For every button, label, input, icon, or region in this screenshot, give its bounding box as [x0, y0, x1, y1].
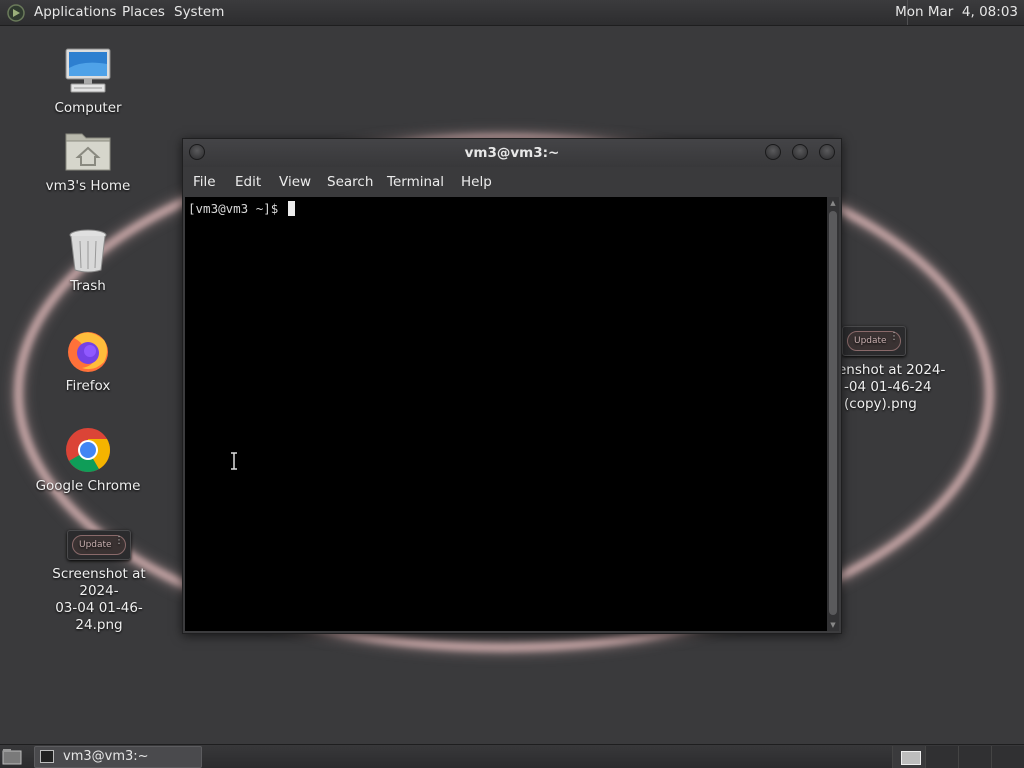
workspace-2[interactable] — [925, 746, 958, 768]
desktop-icon-home[interactable]: vm3's Home — [23, 128, 153, 195]
trash-icon — [69, 229, 107, 273]
terminal-prompt: [vm3@vm3 ~]$ — [188, 201, 286, 216]
distro-logo-icon[interactable] — [6, 3, 26, 23]
workspace-3[interactable] — [958, 746, 991, 768]
ibeam-cursor-icon — [231, 452, 237, 470]
desktop-icon-label: Computer — [54, 100, 122, 116]
terminal-menu-view[interactable]: View — [279, 174, 311, 190]
terminal-menu-edit[interactable]: Edit — [235, 174, 261, 190]
workspace-4[interactable] — [991, 746, 1024, 768]
terminal-screen[interactable]: [vm3@vm3 ~]$ — [185, 197, 827, 631]
top-panel: Applications Places System Mon Mar 4, 08… — [0, 0, 1024, 26]
bottom-panel: vm3@vm3:~ — [0, 744, 1024, 768]
home-folder-icon — [65, 133, 111, 171]
terminal-menu-help[interactable]: Help — [461, 174, 492, 190]
terminal-titlebar[interactable]: vm3@vm3:~ — [183, 139, 841, 167]
menu-places[interactable]: Places — [122, 4, 165, 20]
scroll-up-icon[interactable]: ▲ — [827, 199, 839, 207]
scroll-down-icon[interactable]: ▼ — [827, 621, 839, 629]
menu-applications[interactable]: Applications — [34, 4, 116, 20]
terminal-scrollbar[interactable]: ▲ ▼ — [827, 197, 839, 631]
minimize-icon[interactable] — [765, 144, 781, 160]
close-icon[interactable] — [819, 144, 835, 160]
desktop-icon-trash[interactable]: Trash — [23, 228, 153, 295]
terminal-menubar: File Edit View Search Terminal Help — [183, 167, 841, 197]
kebab-icon: ⋮ — [889, 331, 899, 342]
desktop-icon-label: Trash — [70, 278, 106, 294]
desktop-icon-screenshot[interactable]: Update ⋮ Screenshot at 2024- 03-04 01-46… — [34, 530, 164, 634]
workspace-1[interactable] — [892, 746, 925, 768]
terminal-menu-search[interactable]: Search — [327, 174, 373, 190]
image-thumbnail-icon: Update ⋮ — [67, 530, 131, 560]
terminal-title: vm3@vm3:~ — [464, 145, 560, 161]
maximize-icon[interactable] — [792, 144, 808, 160]
image-thumbnail-icon: Update ⋮ — [842, 326, 906, 356]
desktop-icon-computer[interactable]: Computer — [23, 46, 153, 117]
kebab-icon: ⋮ — [114, 535, 124, 546]
terminal-prompt-line: [vm3@vm3 ~]$ — [188, 201, 295, 216]
terminal-menu-terminal[interactable]: Terminal — [387, 174, 444, 190]
terminal-icon — [40, 750, 54, 763]
terminal-menu-file[interactable]: File — [193, 174, 216, 190]
computer-icon — [65, 48, 111, 93]
firefox-icon — [68, 332, 108, 372]
show-desktop-icon[interactable] — [2, 748, 22, 766]
workspace-window-thumb — [901, 751, 921, 765]
desktop-icon-label: vm3's Home — [45, 178, 131, 194]
clock[interactable]: Mon Mar 4, 08:03 — [895, 4, 1018, 20]
terminal-window[interactable]: vm3@vm3:~ File Edit View Search Terminal… — [182, 138, 842, 634]
desktop-icon-label: Firefox — [65, 378, 111, 394]
taskbar-label: vm3@vm3:~ — [63, 749, 149, 764]
text-cursor — [287, 201, 295, 216]
desktop-icon-label-line1: Screenshot at 2024- — [52, 566, 146, 599]
desktop-icon-label: Google Chrome — [35, 478, 141, 494]
chrome-icon — [66, 428, 110, 472]
desktop-icon-label-line2: 03-04 01-46-24.png — [55, 600, 143, 633]
desktop-icon-chrome[interactable]: Google Chrome — [23, 426, 153, 495]
scrollbar-thumb[interactable] — [829, 211, 837, 615]
taskbar-button-terminal[interactable]: vm3@vm3:~ — [34, 746, 202, 768]
desktop-icon-firefox[interactable]: Firefox — [23, 326, 153, 395]
menu-system[interactable]: System — [174, 4, 224, 20]
